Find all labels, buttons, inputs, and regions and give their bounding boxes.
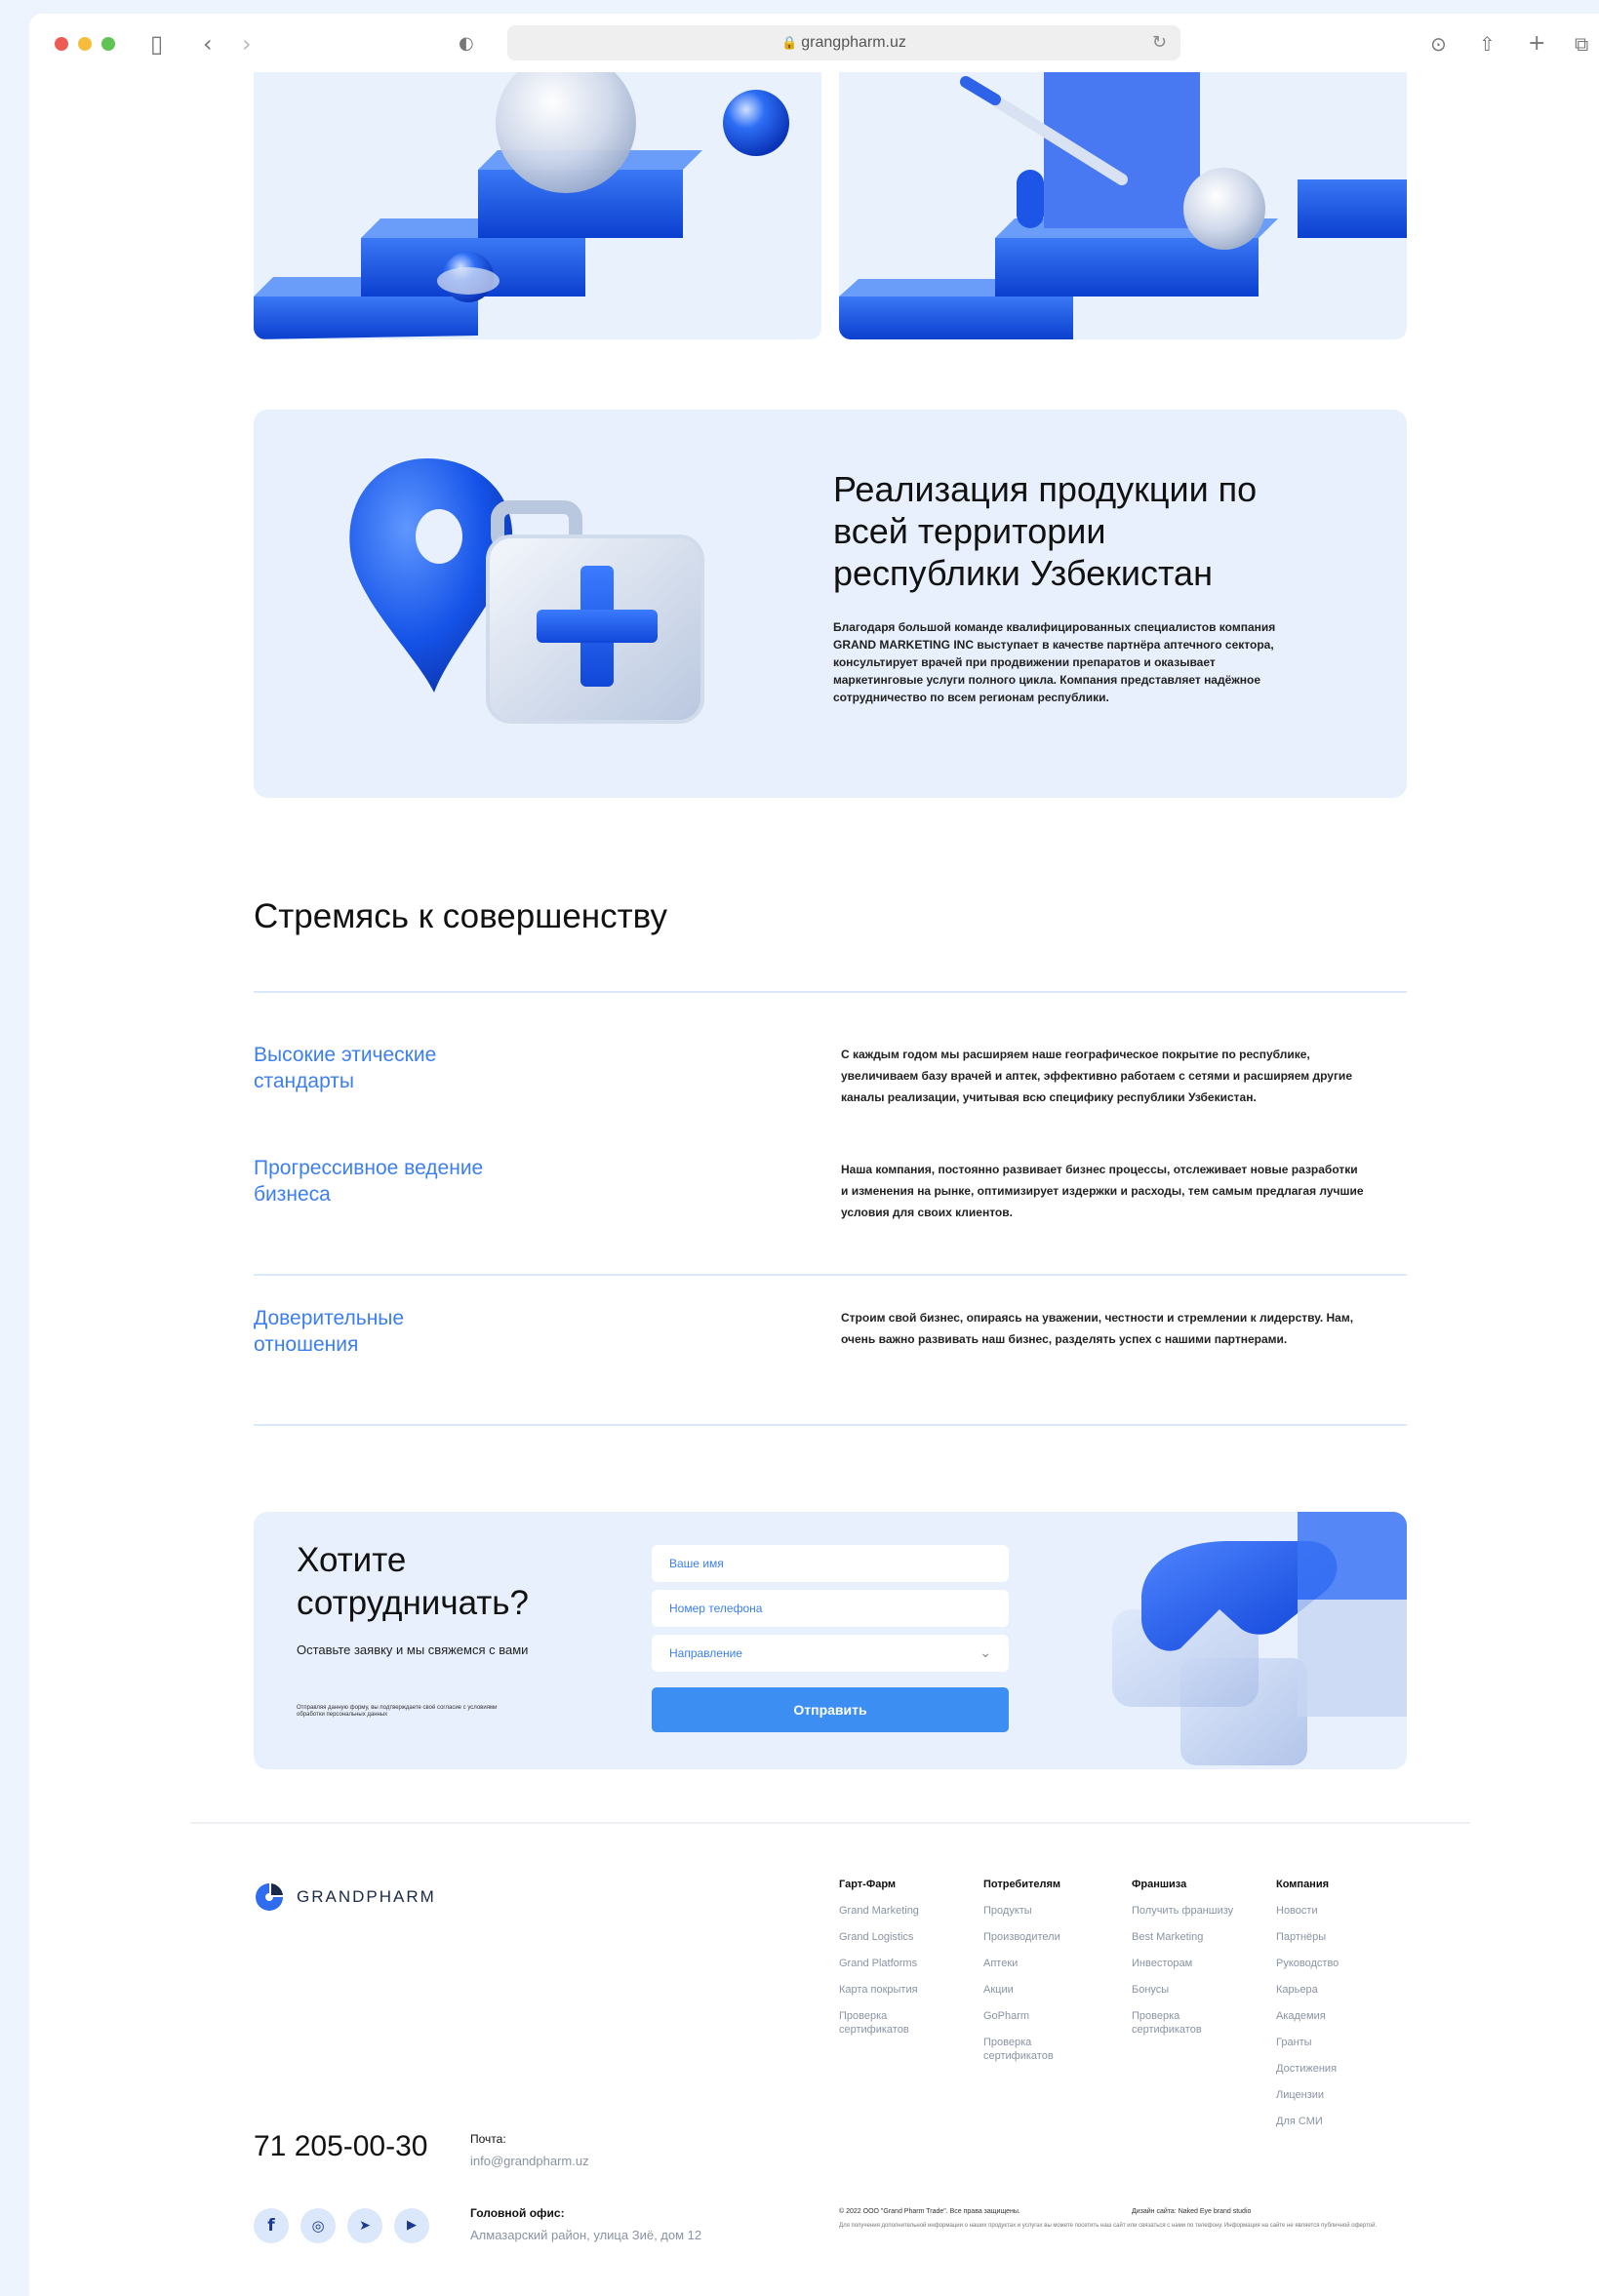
hero-illustration-steps-pen	[839, 72, 1407, 339]
footer-link[interactable]: Проверка сертификатов	[983, 2036, 1071, 2063]
feature-text: Благодаря большой команде квалифицирован…	[833, 620, 1276, 704]
copyright-text: © 2022 ООО "Grand Pharm Trade". Все прав…	[839, 2208, 1020, 2215]
footer-link[interactable]: Лицензии	[1276, 2088, 1413, 2102]
footer-link[interactable]: Партнёры	[1276, 1930, 1413, 1944]
facebook-icon[interactable]: f	[254, 2208, 289, 2243]
mail-link[interactable]: info@grandpharm.uz	[470, 2154, 589, 2168]
browser-toolbar: ▯ ‹ › ◐ 🔒 grangpharm.uz ↻ ⊙ ⇧ + ⧉	[29, 14, 1599, 72]
design-credit[interactable]: Дизайн сайта: Naked Eye brand studio	[1132, 2208, 1337, 2215]
feature-title: Реализация продукции по всей территории …	[833, 469, 1258, 593]
value-title-trust: Доверительные отношения	[254, 1307, 405, 1356]
divider	[254, 1424, 1407, 1426]
value-text-progressive: Наша компания, постоянно развивает бизне…	[841, 1163, 1364, 1219]
footer-link[interactable]: Инвесторам	[1132, 1957, 1268, 1970]
value-title-progressive: Прогрессивное ведение бизнеса	[254, 1157, 484, 1206]
cooperation-subtitle: Оставьте заявку и мы свяжемся с вами	[297, 1643, 529, 1657]
footer-link[interactable]: Grand Platforms	[839, 1957, 976, 1970]
feature-card-nationwide: Реализация продукции по всей территории …	[254, 410, 1407, 798]
instagram-icon[interactable]: ◎	[300, 2208, 336, 2243]
footer-link[interactable]: Получить франшизу	[1132, 1904, 1268, 1918]
footer-link[interactable]: Grand Marketing	[839, 1904, 976, 1918]
footer-link[interactable]: Новости	[1276, 1904, 1413, 1918]
footer-link[interactable]: Академия	[1276, 2009, 1413, 2023]
reload-icon[interactable]: ↻	[1152, 25, 1167, 60]
footer-link[interactable]: Аптеки	[983, 1957, 1120, 1970]
chat-bubble-illustration	[1112, 1512, 1407, 1765]
close-window-button[interactable]	[55, 37, 68, 51]
legal-text: Для получения дополнительной информации …	[839, 2223, 1378, 2229]
footer-column-head: Компания	[1276, 1879, 1330, 1890]
footer-link[interactable]: Проверка сертификатов	[839, 2009, 927, 2037]
footer-column-franchise: Франшиза Получить франшизу Best Marketin…	[1132, 1879, 1268, 2049]
submit-button[interactable]: Отправить	[652, 1687, 1009, 1732]
sidebar-icon[interactable]: ▯	[150, 29, 163, 59]
footer-link[interactable]: GoPharm	[983, 2009, 1120, 2023]
share-icon[interactable]: ⇧	[1479, 29, 1496, 59]
cooperation-form-card: Хотите сотрудничать? Оставьте заявку и м…	[254, 1512, 1407, 1769]
footer-link[interactable]: Продукты	[983, 1904, 1120, 1918]
cooperation-title: Хотите сотрудничать?	[297, 1541, 529, 1622]
footer-link[interactable]: Проверка сертификатов	[1132, 2009, 1219, 2037]
footer-link[interactable]: Бонусы	[1132, 1983, 1268, 1997]
value-text-trust: Строим свой бизнес, опираясь на уважении…	[841, 1311, 1354, 1346]
address-bar[interactable]: 🔒 grangpharm.uz ↻	[507, 25, 1180, 60]
footer-column-company-group: Гарт-Фарм Grand Marketing Grand Logistic…	[839, 1879, 976, 2049]
phone-input[interactable]: Номер телефона	[652, 1590, 1009, 1627]
office-label: Головной офис:	[470, 2206, 565, 2220]
url-text: grangpharm.uz	[801, 34, 906, 51]
footer-column-consumers: Потребителям Продукты Производители Апте…	[983, 1879, 1120, 2076]
forward-icon[interactable]: ›	[242, 29, 252, 59]
footer-brand: GRANDPHARM	[297, 1887, 436, 1906]
hero-illustration-steps-spheres	[254, 72, 821, 339]
footer-phone[interactable]: 71 205-00-30	[254, 2130, 427, 2163]
divider	[254, 991, 1407, 993]
lock-icon: 🔒	[781, 36, 798, 51]
tabs-icon[interactable]: ⧉	[1575, 29, 1588, 59]
value-title-ethics: Высокие этические стандарты	[254, 1044, 437, 1092]
footer-link[interactable]: Карьера	[1276, 1983, 1413, 1997]
footer-link[interactable]: Акции	[983, 1983, 1120, 1997]
footer-logo[interactable]: GRANDPHARM	[254, 1880, 436, 1914]
telegram-icon[interactable]: ➤	[347, 2208, 382, 2243]
footer-link[interactable]: Карта покрытия	[839, 1983, 976, 1997]
minimize-window-button[interactable]	[78, 37, 92, 51]
back-icon[interactable]: ‹	[203, 29, 213, 59]
footer-link[interactable]: Достижения	[1276, 2062, 1413, 2076]
maximize-window-button[interactable]	[101, 37, 115, 51]
office-address: Алмазарский район, улица Зиё, дом 12	[470, 2228, 702, 2242]
footer-column-head: Гарт-Фарм	[839, 1879, 897, 1890]
shield-icon[interactable]: ◐	[459, 29, 474, 59]
name-input[interactable]: Ваше имя	[652, 1545, 1009, 1582]
footer-divider	[190, 1822, 1470, 1824]
direction-select-value: Направление	[669, 1646, 742, 1660]
footer-link[interactable]: Best Marketing	[1132, 1930, 1268, 1944]
footer-link[interactable]: Для СМИ	[1276, 2115, 1413, 2128]
footer-link[interactable]: Гранты	[1276, 2036, 1413, 2049]
footer-column-head: Потребителям	[983, 1879, 1061, 1890]
map-pin-medkit-icon	[349, 458, 704, 724]
footer-link[interactable]: Руководство	[1276, 1957, 1413, 1970]
divider	[254, 1274, 1407, 1276]
footer-column-head: Франшиза	[1132, 1879, 1187, 1890]
consent-note: Отправляя данную форму, вы подтверждаете…	[297, 1705, 498, 1718]
chevron-down-icon: ⌄	[979, 1645, 991, 1661]
footer-link[interactable]: Производители	[983, 1930, 1120, 1944]
values-section-title: Стремясь к совершенству	[254, 897, 667, 935]
browser-window: ▯ ‹ › ◐ 🔒 grangpharm.uz ↻ ⊙ ⇧ + ⧉ Реализ…	[29, 14, 1599, 2296]
mail-label: Почта:	[470, 2132, 506, 2146]
footer-column-company: Компания Новости Партнёры Руководство Ка…	[1276, 1879, 1413, 2141]
grandpharm-logo-icon	[256, 1883, 283, 1911]
footer-link[interactable]: Grand Logistics	[839, 1930, 976, 1944]
download-icon[interactable]: ⊙	[1430, 29, 1447, 59]
youtube-icon[interactable]: ▶	[394, 2208, 429, 2243]
value-text-ethics: С каждым годом мы расширяем наше географ…	[841, 1048, 1352, 1104]
direction-select[interactable]: Направление ⌄	[652, 1635, 1009, 1672]
plus-icon[interactable]: +	[1528, 29, 1545, 59]
